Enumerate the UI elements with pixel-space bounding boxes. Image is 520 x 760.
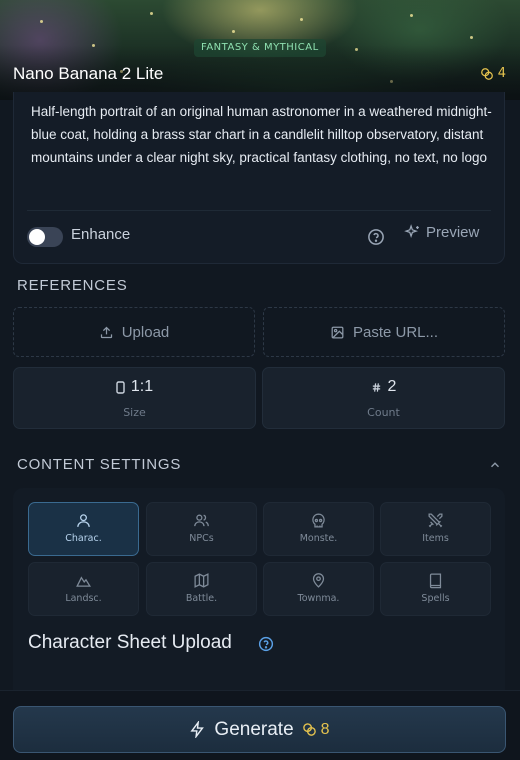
genre-badge: FANTASY & MYTHICAL — [194, 39, 326, 57]
paste-url-dropzone[interactable]: Paste URL... — [263, 307, 505, 357]
category-items[interactable]: Items — [380, 502, 491, 556]
category-townmaps[interactable]: Townma. — [263, 562, 374, 616]
hash-icon — [372, 382, 380, 392]
category-landscapes[interactable]: Landsc. — [28, 562, 139, 616]
category-label: Charac. — [65, 533, 102, 544]
generate-label: Generate — [214, 718, 294, 740]
enhance-toggle[interactable] — [27, 227, 63, 247]
generate-cost-value: 8 — [320, 720, 330, 738]
map-pin-icon — [312, 573, 325, 588]
divider — [27, 210, 491, 211]
category-label: NPCs — [189, 533, 214, 544]
generate-button[interactable]: Generate 8 — [13, 706, 506, 753]
users-icon — [194, 514, 209, 527]
category-monsters[interactable]: Monste. — [263, 502, 374, 556]
prompt-card: Half-length portrait of an original huma… — [13, 92, 505, 264]
user-icon — [77, 514, 90, 527]
size-label: Size — [123, 406, 146, 419]
swords-icon — [428, 513, 443, 528]
count-selector[interactable]: 2 Count — [262, 367, 505, 429]
sparkles-icon — [404, 224, 419, 238]
chevron-up-icon[interactable] — [488, 458, 502, 472]
help-icon[interactable] — [258, 636, 274, 652]
aspect-ratio-icon — [116, 380, 125, 394]
model-cost-value: 4 — [497, 66, 506, 81]
model-banner: FANTASY & MYTHICAL Nano Banana 2 Lite 4 — [0, 0, 520, 100]
preview-label: Preview — [426, 224, 480, 241]
model-name[interactable]: Nano Banana 2 Lite — [13, 64, 163, 84]
image-icon — [331, 326, 344, 338]
upload-label: Upload — [121, 323, 170, 341]
category-label: Battle. — [185, 593, 218, 604]
enhance-label: Enhance — [71, 226, 131, 243]
category-label: Townma. — [297, 593, 340, 604]
content-settings-heading: CONTENT SETTINGS — [17, 456, 182, 473]
category-label: Spells — [421, 593, 450, 604]
category-battlemaps[interactable]: Battle. — [146, 562, 257, 616]
character-sheet-title: Character Sheet Upload — [28, 632, 232, 653]
count-label: Count — [367, 406, 400, 419]
mountain-icon — [76, 576, 92, 587]
upload-dropzone[interactable]: Upload — [13, 307, 255, 357]
size-value: 1:1 — [130, 378, 154, 395]
lightning-icon — [190, 721, 205, 738]
help-icon[interactable] — [367, 228, 385, 246]
paste-url-label: Paste URL... — [352, 323, 439, 341]
footer-bar: Generate 8 — [0, 690, 520, 760]
model-cost: 4 — [480, 66, 506, 81]
book-icon — [429, 573, 442, 589]
generate-cost: 8 — [302, 721, 330, 739]
map-icon — [194, 573, 209, 588]
coins-icon — [302, 723, 316, 736]
category-label: Items — [422, 533, 449, 544]
category-label: Monste. — [299, 533, 338, 544]
skull-icon — [312, 513, 325, 528]
coins-icon — [480, 67, 493, 80]
category-spells[interactable]: Spells — [380, 562, 491, 616]
prompt-textarea[interactable]: Half-length portrait of an original huma… — [31, 100, 493, 169]
count-value: 2 — [387, 378, 397, 395]
category-characters[interactable]: Charac. — [28, 502, 139, 556]
size-selector[interactable]: 1:1 Size — [13, 367, 256, 429]
upload-icon — [100, 326, 112, 338]
references-heading: REFERENCES — [17, 277, 128, 294]
category-npcs[interactable]: NPCs — [146, 502, 257, 556]
category-label: Landsc. — [65, 593, 102, 604]
preview-button[interactable]: Preview — [404, 224, 479, 241]
